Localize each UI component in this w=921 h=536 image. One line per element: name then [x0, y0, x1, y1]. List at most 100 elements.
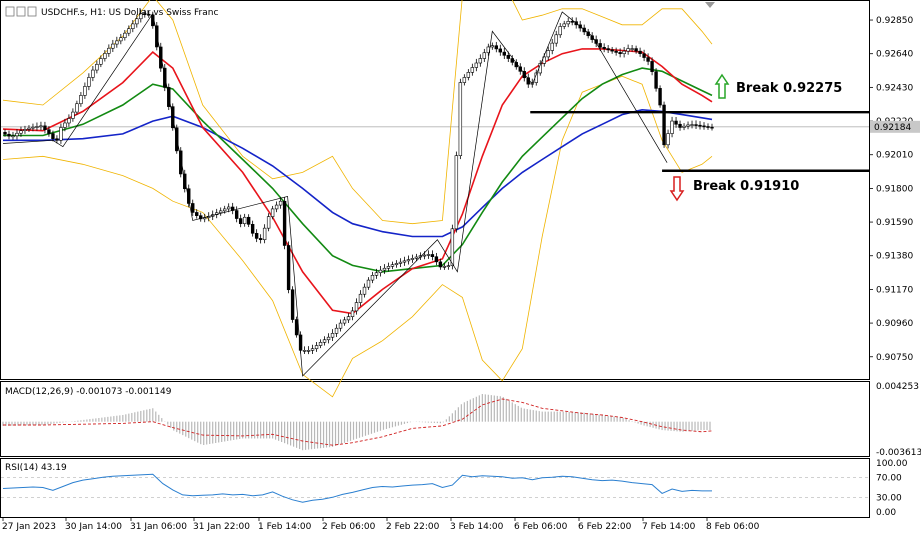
candle-body [67, 118, 71, 124]
candle-body [326, 336, 331, 341]
candle-body [278, 200, 283, 206]
candle-body [350, 310, 355, 317]
candle-body [494, 45, 499, 50]
candle-body [394, 263, 399, 266]
candle-body [462, 77, 467, 83]
candle-body [454, 155, 459, 230]
candle-body [302, 350, 307, 352]
candle-body [662, 104, 666, 146]
candle-body [614, 50, 618, 53]
current-price-label: 0.92184 [874, 123, 911, 133]
candle-body [406, 259, 411, 262]
candle-body [115, 40, 119, 45]
candle-body [358, 293, 363, 303]
candle-body [482, 52, 487, 59]
candle-body [318, 342, 323, 346]
price-tick-label: 0.92850 [876, 16, 913, 26]
candle-body [498, 48, 502, 53]
chart-canvas[interactable]: 0.928500.926400.924300.922200.920100.918… [0, 0, 921, 536]
candle-body [630, 48, 634, 50]
candle-body [634, 48, 638, 52]
break-up-label: Break 0.92275 [736, 81, 842, 96]
candle-body [378, 269, 383, 274]
candle-body [274, 204, 279, 210]
rsi-tick-label: 0.00 [876, 508, 896, 518]
candle-body [59, 127, 63, 141]
candle-body [87, 77, 91, 87]
candle-body [55, 138, 59, 141]
price-tick-label: 0.90750 [876, 353, 913, 363]
candle-body [694, 124, 698, 126]
candle-body [310, 348, 315, 351]
chart-menu-icon[interactable] [5, 6, 37, 17]
rsi-tick-label: 30.00 [876, 493, 902, 503]
candle-body [258, 238, 263, 241]
candle-body [666, 133, 670, 146]
candle-body [262, 227, 267, 241]
price-tick-label: 0.92010 [876, 151, 913, 161]
candle-body [23, 129, 27, 131]
candle-body [19, 130, 23, 134]
candle-body [474, 62, 479, 68]
candle-body [366, 279, 371, 288]
candle-body [119, 37, 123, 42]
candle-body [47, 129, 51, 134]
candle-body [51, 133, 55, 139]
time-tick-label: 2 Feb 22:00 [386, 522, 440, 532]
candle-body [554, 34, 558, 44]
time-tick-label: 30 Jan 14:00 [65, 522, 122, 532]
candle-body [458, 82, 463, 156]
candle-body [75, 103, 79, 113]
price-tick-label: 0.92430 [876, 83, 913, 93]
candle-body [111, 43, 115, 49]
candle-body [107, 47, 111, 54]
candle-body [191, 203, 195, 213]
candle-body [698, 124, 702, 127]
time-tick-label: 6 Feb 22:00 [578, 522, 632, 532]
candle-body [222, 208, 227, 212]
rsi-tick-label: 100.00 [876, 459, 908, 469]
candle-body [642, 53, 646, 58]
time-tick-label: 7 Feb 14:00 [642, 522, 696, 532]
candle-body [43, 125, 47, 131]
time-tick-label: 8 Feb 06:00 [706, 522, 760, 532]
price-tick-label: 0.91800 [876, 184, 913, 194]
candle-body [314, 345, 319, 350]
candle-body [250, 224, 255, 234]
time-tick-label: 27 Jan 2023 [2, 522, 56, 532]
break-down-label: Break 0.91910 [693, 179, 799, 194]
candle-body [95, 63, 99, 71]
candle-body [546, 50, 550, 58]
candle-body [334, 327, 339, 334]
candle-body [434, 256, 439, 263]
macd-tick-label: -0.003613 [876, 448, 921, 458]
symbol-title: USDCHF.s, H1: US Dollar vs Swiss Franc [41, 8, 218, 18]
candle-body [558, 26, 562, 36]
candle-body [610, 49, 614, 52]
candle-body [346, 316, 351, 321]
candle-body [710, 126, 714, 129]
candle-body [390, 264, 395, 267]
candle-body [402, 260, 407, 263]
candle-body [598, 43, 602, 48]
candle-body [183, 173, 187, 190]
candle-body [282, 200, 287, 246]
candle-body [83, 86, 87, 96]
candle-body [99, 58, 103, 65]
candle-body [670, 120, 674, 134]
time-tick-label: 6 Feb 06:00 [514, 522, 568, 532]
candle-body [218, 210, 223, 214]
candle-body [414, 256, 419, 259]
candle-body [3, 131, 7, 135]
candle-body [246, 216, 251, 225]
candle-body [622, 50, 626, 55]
candle-body [562, 23, 566, 27]
candle-body [646, 57, 650, 62]
candle-body [330, 333, 335, 338]
candle-body [570, 21, 574, 23]
candle-body [650, 61, 654, 72]
candle-body [422, 254, 427, 257]
candle-body [242, 216, 247, 224]
candle-body [290, 289, 295, 320]
menu-icon-box-2 [16, 6, 26, 17]
